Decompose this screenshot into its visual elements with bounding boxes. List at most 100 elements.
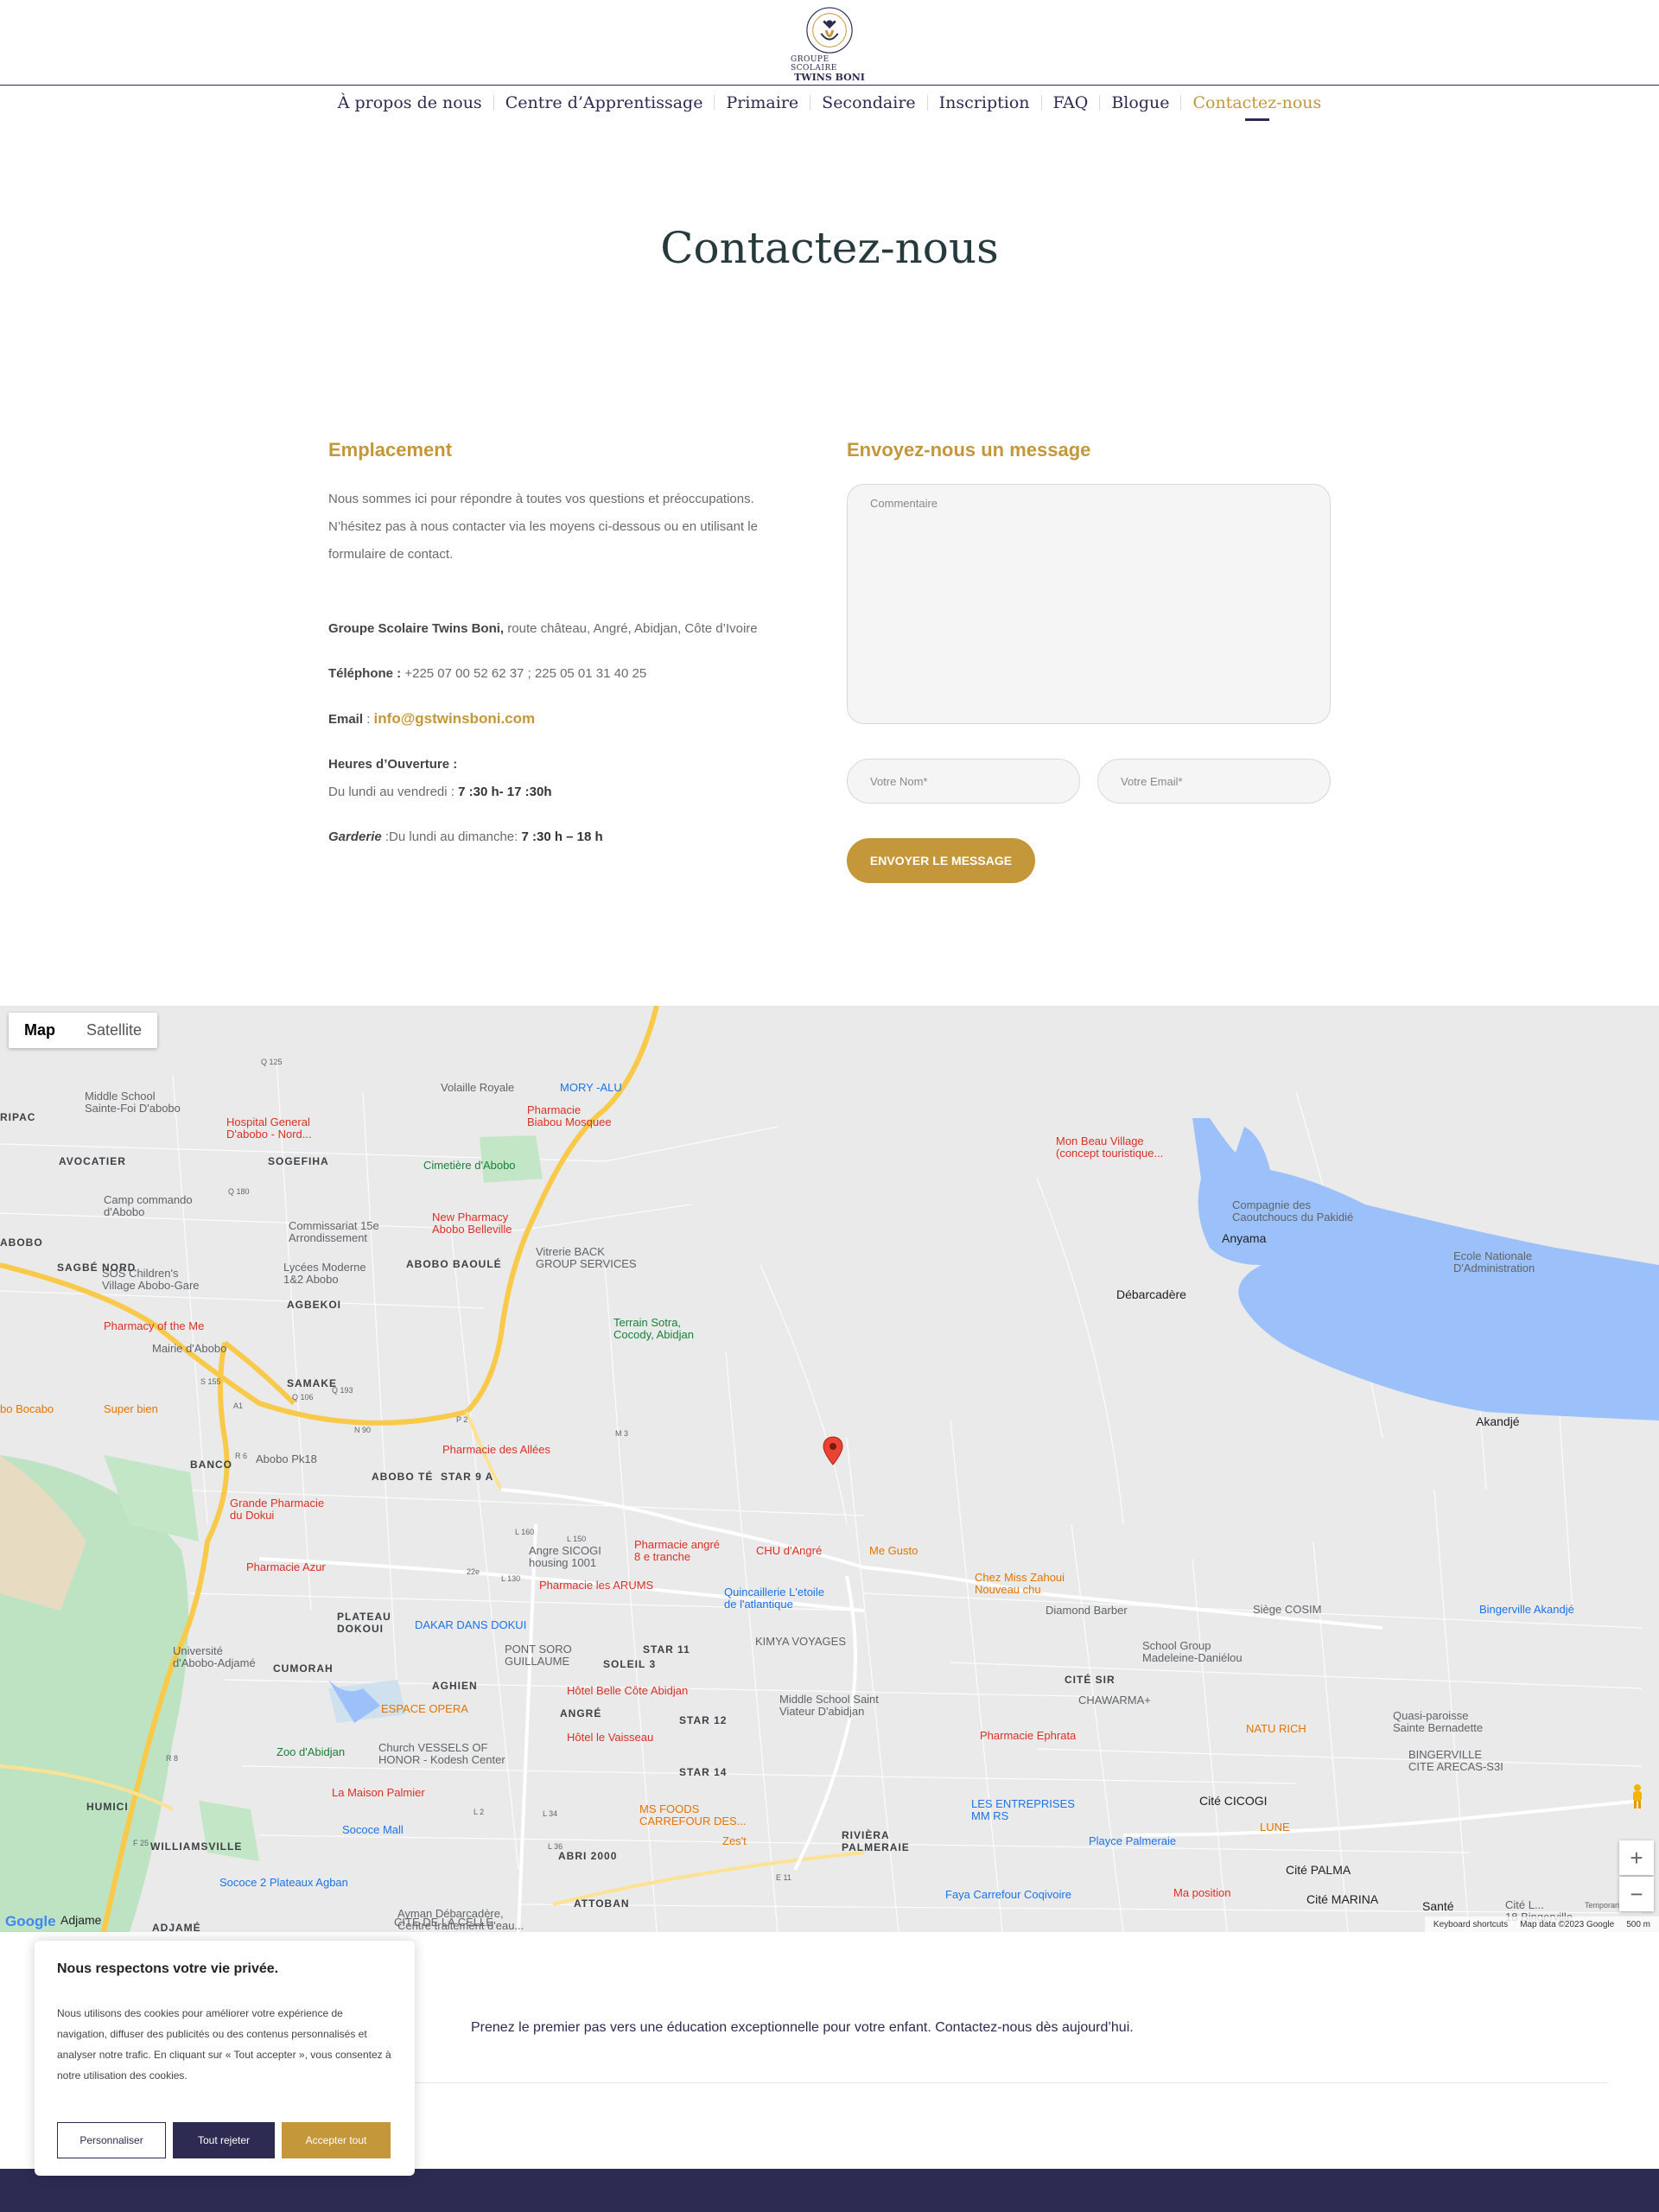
map-poi-label[interactable]: Hôtel le Vaisseau (567, 1732, 653, 1744)
email-input[interactable]: Votre Email* (1097, 759, 1331, 804)
map-poi-label[interactable]: Church VESSELS OF HONOR - Kodesh Center (378, 1742, 505, 1766)
map-poi-label[interactable]: Chez Miss Zahoui Nouveau chu (975, 1572, 1065, 1596)
map-road-label: L 36 (548, 1842, 563, 1851)
map-poi-label[interactable]: La Maison Palmier (332, 1787, 425, 1799)
map-poi-label[interactable]: Commissariat 15e Arrondissement (289, 1220, 379, 1244)
map-poi-label[interactable]: MORY -ALU (560, 1082, 622, 1094)
map-poi-label[interactable]: Pharmacie angré 8 e tranche (634, 1539, 720, 1563)
contact-form: Envoyez-nous un message Commentaire Votr… (847, 439, 1331, 883)
map-area-label: ABOBO BAOULÉ (406, 1258, 502, 1270)
map-road-label: N 90 (354, 1426, 372, 1434)
map-poi-label[interactable]: KIMYA VOYAGES (755, 1636, 846, 1648)
map-poi-label[interactable]: Grande Pharmacie du Dokui (230, 1497, 324, 1522)
map-poi-label[interactable]: BINGERVILLE CITE ARECAS-S3I (1408, 1749, 1503, 1773)
map-area-label: AGHIEN (432, 1680, 478, 1692)
map-poi-label[interactable]: CITE DE LA CELLE (394, 1916, 493, 1929)
map-poi-label[interactable]: Mon Beau Village (concept touristique... (1056, 1135, 1163, 1160)
keyboard-shortcuts-link[interactable]: Keyboard shortcuts (1433, 1920, 1508, 1929)
google-map[interactable]: Map Satellite Middle School Sainte-Foi D'… (0, 1006, 1659, 1932)
nav-contact[interactable]: Contactez-nous (1181, 90, 1332, 121)
zoom-out-button[interactable]: − (1619, 1877, 1654, 1911)
map-poi-label[interactable]: Ma position (1173, 1887, 1230, 1899)
send-message-button[interactable]: Envoyer le message (847, 838, 1035, 883)
email-link[interactable]: info@gstwinsboni.com (374, 710, 536, 727)
map-poi-label[interactable]: Camp commando d'Abobo (104, 1194, 193, 1218)
map-poi-label[interactable]: CHAWARMA+ (1078, 1694, 1151, 1707)
map-road-label: L 2 (474, 1808, 485, 1816)
map-scale[interactable]: 500 m (1626, 1920, 1650, 1929)
map-area-label: ANGRÉ (560, 1707, 602, 1719)
nav-learning-center[interactable]: Centre d’Apprentissage (494, 90, 715, 116)
map-poi-label[interactable]: bo Bocabo (0, 1403, 54, 1415)
comment-textarea[interactable]: Commentaire (847, 484, 1331, 724)
map-poi-label[interactable]: Pharmacie des Allées (442, 1444, 550, 1456)
zoom-in-button[interactable]: + (1619, 1840, 1654, 1875)
map-poi-label[interactable]: MS FOODS CARREFOUR DES... (639, 1803, 747, 1827)
map-poi-label[interactable]: Pharmacie les ARUMS (539, 1580, 653, 1592)
map-poi-label[interactable]: Sococe 2 Plateaux Agban (219, 1877, 348, 1889)
map-poi-label[interactable]: LES ENTREPRISES MM RS (971, 1798, 1075, 1822)
google-logo[interactable]: Google (5, 1913, 56, 1930)
nav-blog[interactable]: Blogue (1100, 90, 1180, 116)
map-poi-label[interactable]: Quasi-paroisse Sainte Bernadette (1393, 1710, 1483, 1734)
map-poi-label[interactable]: Mairie d'Abobo (152, 1343, 226, 1355)
map-poi-label[interactable]: Pharmacie Azur (246, 1561, 326, 1573)
street-view-pegman-icon[interactable] (1628, 1783, 1647, 1809)
map-type-satellite-button[interactable]: Satellite (71, 1013, 157, 1048)
map-poi-label[interactable]: Lycées Moderne 1&2 Abobo (283, 1262, 366, 1286)
map-poi-label[interactable]: Diamond Barber (1046, 1605, 1128, 1617)
map-poi-label[interactable]: Siège COSIM (1253, 1604, 1321, 1616)
nav-about[interactable]: À propos de nous (327, 90, 493, 116)
name-input[interactable]: Votre Nom* (847, 759, 1080, 804)
nav-faq[interactable]: FAQ (1042, 90, 1100, 116)
map-poi-label[interactable]: Volaille Royale (441, 1082, 514, 1094)
cookie-accept-button[interactable]: Accepter tout (282, 2122, 391, 2158)
hours-label-text: Heures d’Ouverture : (328, 757, 458, 772)
cookie-customize-button[interactable]: Personnaliser (57, 2122, 166, 2158)
map-poi-label[interactable]: Vitrerie BACK GROUP SERVICES (536, 1246, 637, 1270)
site-header: GROUPE SCOLAIRE TWINS BONI (0, 5, 1659, 83)
map-place-label: Cité PALMA (1286, 1863, 1351, 1877)
map-poi-label[interactable]: Sococe Mall (342, 1824, 404, 1836)
map-poi-label[interactable]: Hospital General D'abobo - Nord... (226, 1116, 312, 1141)
map-poi-label[interactable]: Pharmacie Ephrata (980, 1730, 1076, 1742)
map-poi-label[interactable]: Playce Palmeraie (1089, 1835, 1176, 1847)
map-poi-label[interactable]: PONT SORO GUILLAUME (505, 1643, 572, 1668)
map-poi-label[interactable]: Pharmacy of the Me (104, 1320, 204, 1332)
map-poi-label[interactable]: Super bien (104, 1403, 158, 1415)
map-poi-label[interactable]: Faya Carrefour Coqivoire (945, 1889, 1071, 1901)
map-area-label: CUMORAH (273, 1662, 334, 1675)
map-type-map-button[interactable]: Map (9, 1013, 71, 1048)
map-poi-label[interactable]: Ecole Nationale D'Administration (1453, 1250, 1535, 1274)
map-poi-label[interactable]: Middle School Sainte-Foi D'abobo (85, 1090, 181, 1115)
map-poi-label[interactable]: DAKAR DANS DOKUI (415, 1619, 526, 1631)
map-poi-label[interactable]: ESPACE OPERA (381, 1703, 468, 1715)
nav-registration[interactable]: Inscription (928, 90, 1041, 116)
map-poi-label[interactable]: NATU RICH (1246, 1723, 1306, 1735)
map-poi-label[interactable]: Université d'Abobo-Adjamé (173, 1645, 256, 1669)
map-poi-label[interactable]: Quincaillerie L'etoile de l'atlantique (724, 1586, 824, 1611)
nav-secondary[interactable]: Secondaire (810, 90, 926, 116)
map-poi-label[interactable]: New Pharmacy Abobo Belleville (432, 1211, 512, 1236)
map-poi-label[interactable]: Me Gusto (869, 1545, 918, 1557)
map-poi-label[interactable]: Terrain Sotra, Cocody, Abidjan (613, 1317, 694, 1341)
map-poi-label[interactable]: Compagnie des Caoutchoucs du Pakidié (1232, 1199, 1353, 1224)
cookie-reject-button[interactable]: Tout rejeter (173, 2122, 275, 2158)
nav-primary[interactable]: Primaire (715, 90, 810, 116)
map-poi-label[interactable]: Middle School Saint Viateur D'abidjan (779, 1694, 879, 1718)
email-separator: : (363, 712, 374, 727)
map-poi-label[interactable]: School Group Madeleine-Daniélou (1142, 1640, 1243, 1664)
map-poi-label[interactable]: Angre SICOGI housing 1001 (529, 1545, 601, 1569)
map-poi-label[interactable]: Cimetière d'Abobo (423, 1160, 516, 1172)
site-logo[interactable]: GROUPE SCOLAIRE TWINS BONI (791, 5, 868, 83)
map-poi-label[interactable]: LUNE (1260, 1821, 1290, 1834)
map-poi-label[interactable]: Bingerville Akandjé (1479, 1604, 1574, 1616)
form-inputs-row: Votre Nom* Votre Email* (847, 759, 1331, 804)
map-poi-label[interactable]: Zes't (722, 1835, 747, 1847)
location-pin-icon[interactable] (823, 1436, 843, 1465)
map-poi-label[interactable]: Zoo d'Abidjan (276, 1746, 345, 1758)
map-poi-label[interactable]: Pharmacie Biabou Mosquee (527, 1104, 612, 1128)
map-poi-label[interactable]: CHU d'Angré (756, 1545, 822, 1557)
map-poi-label[interactable]: Hôtel Belle Côte Abidjan (567, 1685, 688, 1697)
map-poi-label[interactable]: Abobo Pk18 (256, 1453, 317, 1465)
